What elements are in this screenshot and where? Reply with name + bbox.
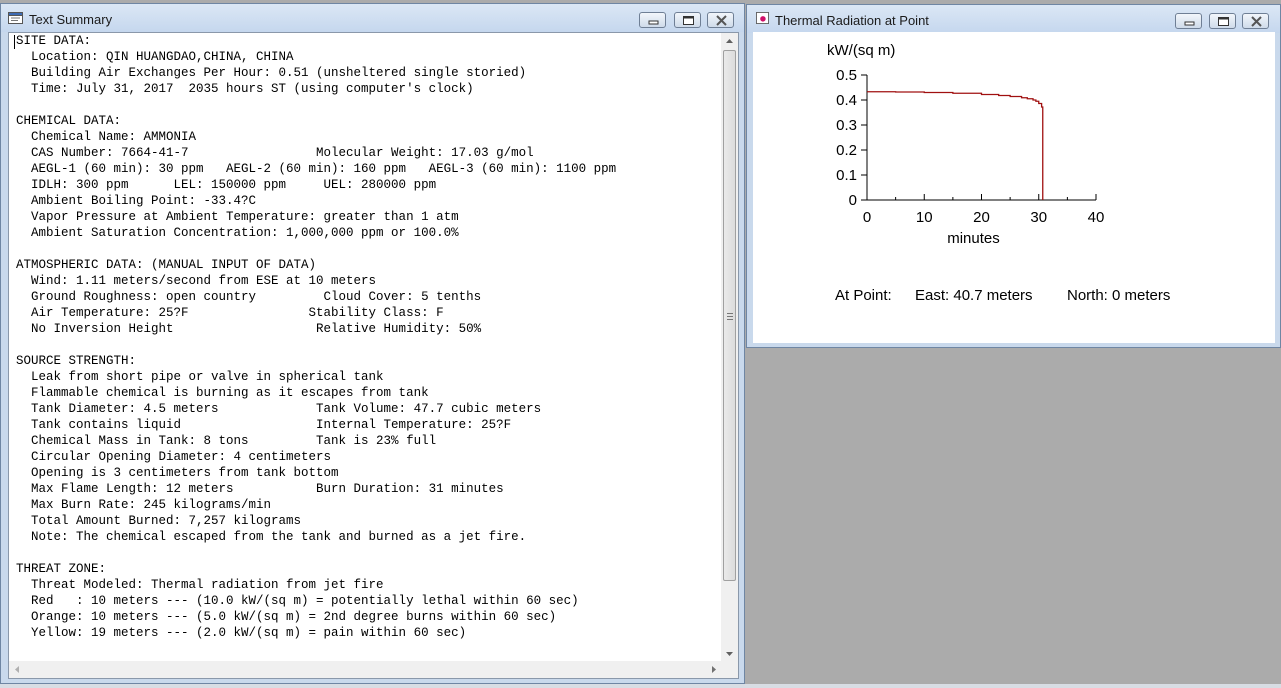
scrollbar-corner xyxy=(721,661,738,678)
y-tick-label: 0.3 xyxy=(836,117,857,134)
summary-line: Note: The chemical escaped from the tank… xyxy=(16,530,527,544)
thermal-radiation-titlebar[interactable]: Thermal Radiation at Point xyxy=(747,5,1280,33)
maximize-icon xyxy=(1218,17,1229,26)
maximize-icon xyxy=(683,16,694,25)
thermal-radiation-chart: 0 0.1 0.2 0.3 0.4 0.5 0 10 20 30 40 kW/(sq m) minute… xyxy=(827,42,1105,247)
summary-line: AEGL-1 (60 min): 30 ppm AEGL-2 (60 min):… xyxy=(16,162,617,176)
radiation-series-line xyxy=(867,91,1044,200)
summary-line: Chemical Mass in Tank: 8 tons Tank is 23… xyxy=(16,434,437,448)
y-tick-label: 0.4 xyxy=(836,92,857,109)
close-icon xyxy=(1251,16,1262,27)
window-title: Thermal Radiation at Point xyxy=(775,13,929,28)
y-tick-label: 0 xyxy=(849,192,857,209)
summary-line: Yellow: 19 meters --- (2.0 kW/(sq m) = p… xyxy=(16,626,467,640)
thermal-radiation-window[interactable]: Thermal Radiation at Point 0 0.1 0.2 0.3 0.4… xyxy=(746,4,1281,348)
summary-line: Location: QIN HUANGDAO,CHINA, CHINA xyxy=(16,50,294,64)
footer-north: North: 0 meters xyxy=(1067,287,1171,304)
vertical-scrollbar[interactable] xyxy=(721,33,738,662)
text-summary-content[interactable]: SITE DATA: Location: QIN HUANGDAO,CHINA,… xyxy=(8,32,739,679)
summary-line: Ambient Boiling Point: -33.4?C xyxy=(16,194,257,208)
summary-line: Max Flame Length: 12 meters Burn Duratio… xyxy=(16,482,504,496)
close-button[interactable] xyxy=(707,12,734,28)
chart-window-icon xyxy=(756,12,769,24)
summary-line: Total Amount Burned: 7,257 kilograms xyxy=(16,514,302,528)
summary-line: THREAT ZONE: xyxy=(16,562,107,576)
x-axis-label: minutes xyxy=(947,230,1000,247)
window-title: Text Summary xyxy=(29,12,113,27)
summary-line: Tank contains liquid Internal Temperatur… xyxy=(16,418,512,432)
taskbar-strip xyxy=(0,684,1281,688)
summary-text-area[interactable]: SITE DATA: Location: QIN HUANGDAO,CHINA,… xyxy=(9,33,722,662)
horizontal-scrollbar[interactable] xyxy=(9,661,722,678)
minimize-icon xyxy=(1184,21,1195,26)
text-window-icon xyxy=(8,12,23,24)
scroll-up-arrow-icon[interactable] xyxy=(721,33,738,50)
y-tick-label: 0.5 xyxy=(836,67,857,84)
summary-line: SOURCE STRENGTH: xyxy=(16,354,137,368)
close-button[interactable] xyxy=(1242,13,1269,29)
summary-line: Leak from short pipe or valve in spheric… xyxy=(16,370,384,384)
summary-line: Threat Modeled: Thermal radiation from j… xyxy=(16,578,384,592)
summary-line: Opening is 3 centimeters from tank botto… xyxy=(16,466,339,480)
summary-line: Orange: 10 meters --- (5.0 kW/(sq m) = 2… xyxy=(16,610,557,624)
summary-line: Red : 10 meters --- (10.0 kW/(sq m) = po… xyxy=(16,594,579,608)
footer-east: East: 40.7 meters xyxy=(915,287,1033,304)
summary-line: Vapor Pressure at Ambient Temperature: g… xyxy=(16,210,459,224)
minimize-button[interactable] xyxy=(1175,13,1202,29)
scroll-left-arrow-icon[interactable] xyxy=(9,661,26,678)
minimize-button[interactable] xyxy=(639,12,666,28)
summary-line: IDLH: 300 ppm LEL: 150000 ppm UEL: 28000… xyxy=(16,178,437,192)
close-icon xyxy=(716,15,727,26)
summary-line: Building Air Exchanges Per Hour: 0.51 (u… xyxy=(16,66,527,80)
text-caret xyxy=(14,35,15,49)
maximize-button[interactable] xyxy=(1209,13,1236,29)
summary-line: CAS Number: 7664-41-7 Molecular Weight: … xyxy=(16,146,534,160)
summary-line: Ground Roughness: open country Cloud Cov… xyxy=(16,290,482,304)
text-summary-window[interactable]: Text Summary SITE DATA: Location: QIN HU… xyxy=(0,3,745,684)
footer-label: At Point: xyxy=(835,287,892,304)
text-summary-titlebar[interactable]: Text Summary xyxy=(1,4,744,32)
summary-line: Ambient Saturation Concentration: 1,000,… xyxy=(16,226,459,240)
summary-line: Chemical Name: AMMONIA xyxy=(16,130,197,144)
summary-line: ATMOSPHERIC DATA: (MANUAL INPUT OF DATA) xyxy=(16,258,317,272)
vertical-scroll-thumb[interactable] xyxy=(723,50,736,581)
maximize-button[interactable] xyxy=(674,12,701,28)
summary-line: Wind: 1.11 meters/second from ESE at 10 … xyxy=(16,274,377,288)
y-tick-label: 0.1 xyxy=(836,167,857,184)
summary-line: Flammable chemical is burning as it esca… xyxy=(16,386,429,400)
summary-line: Max Burn Rate: 245 kilograms/min xyxy=(16,498,272,512)
x-tick-label: 40 xyxy=(1088,209,1105,226)
y-axis-label: kW/(sq m) xyxy=(827,42,895,59)
scroll-down-arrow-icon[interactable] xyxy=(721,645,738,662)
x-tick-label: 0 xyxy=(863,209,871,226)
minimize-icon xyxy=(648,20,659,25)
y-tick-label: 0.2 xyxy=(836,142,857,159)
summary-line: SITE DATA: xyxy=(16,34,92,48)
summary-line: Circular Opening Diameter: 4 centimeters xyxy=(16,450,332,464)
x-tick-label: 30 xyxy=(1030,209,1047,226)
summary-line: No Inversion Height Relative Humidity: 5… xyxy=(16,322,482,336)
summary-line: Air Temperature: 25?F Stability Class: F xyxy=(16,306,444,320)
summary-line: Tank Diameter: 4.5 meters Tank Volume: 4… xyxy=(16,402,542,416)
x-tick-label: 20 xyxy=(973,209,990,226)
scroll-right-arrow-icon[interactable] xyxy=(705,661,722,678)
chart-area: 0 0.1 0.2 0.3 0.4 0.5 0 10 20 30 40 kW/(sq m) minute… xyxy=(753,32,1275,343)
x-tick-label: 10 xyxy=(916,209,933,226)
summary-line: CHEMICAL DATA: xyxy=(16,114,122,128)
summary-line: Time: July 31, 2017 2035 hours ST (using… xyxy=(16,82,474,96)
